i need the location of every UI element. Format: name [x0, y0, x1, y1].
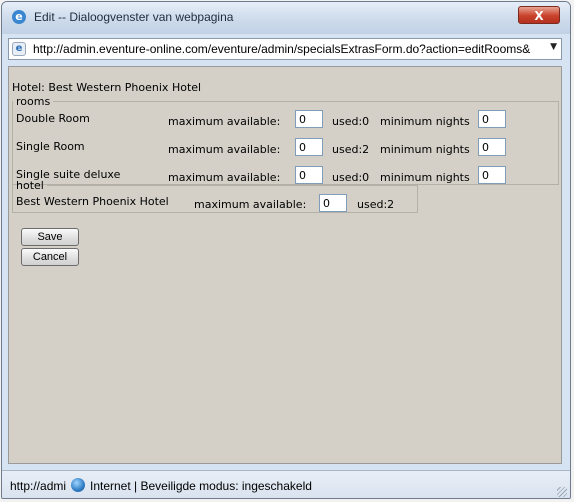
rooms-fieldset: rooms Double Room maximum available: use…	[12, 95, 559, 185]
minimum-nights-label: minimum nights	[380, 115, 470, 128]
resize-grip-icon[interactable]	[557, 487, 567, 497]
status-url: http://admi	[10, 479, 67, 493]
close-icon: X	[534, 9, 544, 23]
page-icon: e	[12, 42, 26, 56]
security-zone[interactable]: Internet | Beveiligde modus: ingeschakel…	[90, 479, 312, 493]
max-available-input[interactable]	[295, 138, 323, 156]
page-content: Hotel: Best Western Phoenix Hotel rooms …	[8, 66, 562, 464]
address-bar[interactable]: e http://admin.eventure-online.com/event…	[8, 38, 562, 60]
rooms-legend: rooms	[16, 95, 51, 108]
hotel-max-available-input[interactable]	[319, 194, 347, 212]
max-available-label: maximum available:	[168, 115, 281, 128]
hotel-header: Hotel: Best Western Phoenix Hotel	[12, 81, 202, 94]
room-name: Single Room	[16, 140, 85, 153]
window-title: Edit -- Dialoogvenster van webpagina	[34, 10, 234, 24]
hotel-legend: hotel	[16, 179, 44, 192]
cancel-button[interactable]: Cancel	[21, 248, 79, 266]
hotel-fieldset: hotel Best Western Phoenix Hotel maximum…	[12, 179, 418, 213]
globe-icon	[71, 478, 85, 492]
used-value: used:0	[332, 115, 370, 128]
minimum-nights-input[interactable]	[478, 166, 506, 184]
minimum-nights-input[interactable]	[478, 110, 506, 128]
room-name: Double Room	[16, 112, 90, 125]
status-bar: http://admi Internet | Beveiligde modus:…	[2, 470, 570, 498]
hotel-row: Best Western Phoenix Hotel maximum avail…	[13, 194, 417, 214]
hotel-name: Best Western Phoenix Hotel	[16, 195, 169, 208]
close-button[interactable]: X	[518, 6, 560, 24]
minimum-nights-label: minimum nights	[380, 143, 470, 156]
room-row-double: Double Room maximum available: used:0 mi…	[13, 110, 558, 130]
address-url[interactable]: http://admin.eventure-online.com/eventur…	[33, 42, 545, 56]
minimum-nights-input[interactable]	[478, 138, 506, 156]
save-button[interactable]: Save	[21, 228, 79, 246]
used-value: used:2	[332, 143, 370, 156]
dialog-window: e Edit -- Dialoogvenster van webpagina X…	[1, 1, 571, 499]
room-row-single: Single Room maximum available: used:2 mi…	[13, 138, 558, 158]
chevron-down-icon[interactable]: ▼	[550, 42, 557, 52]
used-value: used:2	[357, 198, 395, 211]
title-bar[interactable]: e Edit -- Dialoogvenster van webpagina X	[2, 2, 570, 34]
max-available-input[interactable]	[295, 110, 323, 128]
ie-icon: e	[12, 10, 26, 24]
max-available-label: maximum available:	[168, 143, 281, 156]
max-available-label: maximum available:	[194, 198, 307, 211]
